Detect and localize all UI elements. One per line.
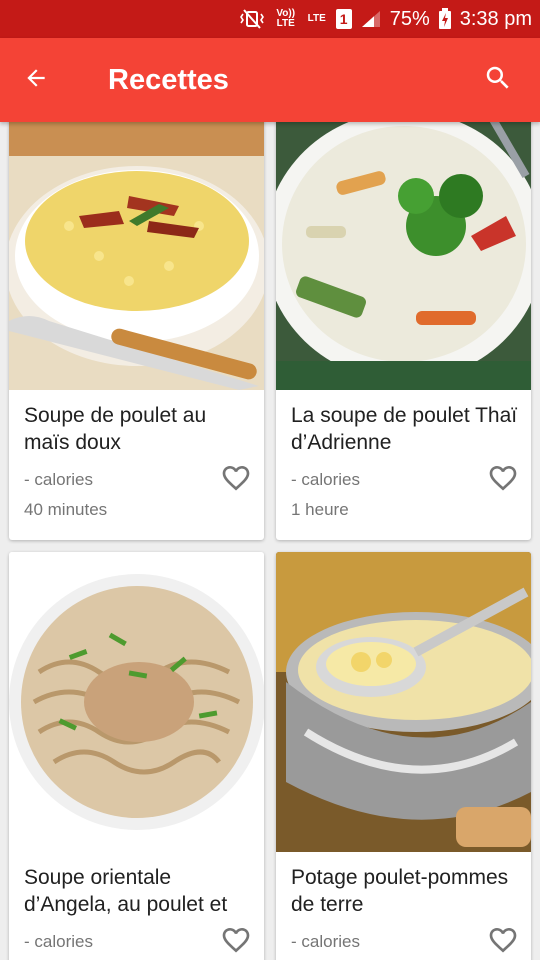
recipe-calories: - calories [291, 932, 360, 951]
recipe-image-thai-soup [276, 122, 531, 390]
status-icons: Vo)) LTE LTE 1 75% 3:38 pm [238, 0, 532, 38]
recipe-calories: - calories [24, 932, 93, 951]
favorite-button[interactable] [218, 924, 254, 960]
volte-icon: Vo)) LTE [276, 8, 296, 29]
recipe-time: 1 heure [291, 500, 349, 519]
recipe-card[interactable]: La soupe de poulet Thaï d’Adrienne - cal… [276, 122, 531, 540]
recipe-card[interactable]: Potage poulet-pommes de terre - calories [276, 552, 531, 960]
recipe-title: Potage poulet-pommes de terre [291, 866, 509, 916]
heart-outline-icon [220, 462, 252, 499]
recipe-grid: Soupe de poulet au maïs doux - calories … [0, 122, 540, 960]
recipe-calories: - calories [24, 470, 93, 489]
heart-outline-icon [487, 462, 519, 499]
battery-charging-icon [438, 8, 452, 30]
recipe-card[interactable]: Soupe orientale d’Angela, au poulet et -… [9, 552, 264, 960]
recipe-card[interactable]: Soupe de poulet au maïs doux - calories … [9, 122, 264, 540]
page-title: Recettes [108, 64, 229, 96]
status-bar: Vo)) LTE LTE 1 75% 3:38 pm [0, 0, 540, 38]
recipe-image-potato-soup [276, 552, 531, 852]
signal-icon [360, 9, 382, 29]
recipe-image-noodle-soup [9, 552, 264, 852]
heart-outline-icon [487, 924, 519, 960]
recipe-title: Soupe orientale d’Angela, au poulet et [24, 866, 228, 916]
vibrate-icon [238, 9, 266, 29]
heart-outline-icon [220, 924, 252, 960]
back-button[interactable] [14, 58, 58, 102]
sim-1-icon: 1 [335, 9, 352, 29]
recipe-time: 40 minutes [24, 500, 108, 519]
favorite-button[interactable] [485, 462, 521, 498]
recipe-calories: - calories [291, 470, 360, 489]
app-bar: Recettes [0, 38, 540, 122]
arrow-left-icon [23, 65, 49, 96]
battery-percent: 75% [389, 7, 430, 30]
lte-icon: LTE [307, 13, 326, 24]
search-icon [483, 63, 513, 98]
search-button[interactable] [476, 58, 520, 102]
favorite-button[interactable] [485, 924, 521, 960]
favorite-button[interactable] [218, 462, 254, 498]
recipe-title: Soupe de poulet au maïs doux [24, 404, 207, 454]
recipe-image-corn-soup [9, 122, 264, 390]
recipe-title: La soupe de poulet Thaï d’Adrienne [291, 404, 518, 454]
clock: 3:38 pm [459, 7, 532, 30]
